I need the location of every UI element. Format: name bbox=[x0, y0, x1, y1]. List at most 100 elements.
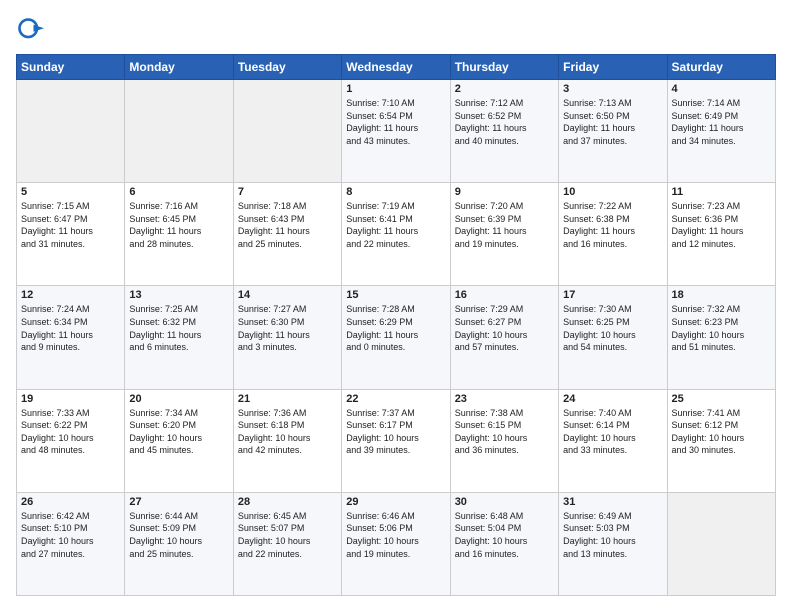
week-row-4: 19 Sunrise: 7:33 AM Sunset: 6:22 PM Dayli… bbox=[17, 389, 776, 492]
day-cell-28: 28 Sunrise: 6:45 AM Sunset: 5:07 PM Dayli… bbox=[233, 492, 341, 595]
day-cell-3: 3 Sunrise: 7:13 AM Sunset: 6:50 PM Daylig… bbox=[559, 80, 667, 183]
day-content: Sunrise: 7:34 AM Sunset: 6:20 PM Dayligh… bbox=[129, 407, 228, 457]
header-cell-wednesday: Wednesday bbox=[342, 55, 450, 80]
day-content: Sunrise: 7:15 AM Sunset: 6:47 PM Dayligh… bbox=[21, 200, 120, 250]
day-cell-23: 23 Sunrise: 7:38 AM Sunset: 6:15 PM Dayli… bbox=[450, 389, 558, 492]
week-row-2: 5 Sunrise: 7:15 AM Sunset: 6:47 PM Daylig… bbox=[17, 183, 776, 286]
day-content: Sunrise: 7:40 AM Sunset: 6:14 PM Dayligh… bbox=[563, 407, 662, 457]
day-cell-16: 16 Sunrise: 7:29 AM Sunset: 6:27 PM Dayli… bbox=[450, 286, 558, 389]
day-content: Sunrise: 6:44 AM Sunset: 5:09 PM Dayligh… bbox=[129, 510, 228, 560]
day-content: Sunrise: 7:36 AM Sunset: 6:18 PM Dayligh… bbox=[238, 407, 337, 457]
day-content: Sunrise: 7:12 AM Sunset: 6:52 PM Dayligh… bbox=[455, 97, 554, 147]
day-number: 29 bbox=[346, 496, 445, 508]
day-content: Sunrise: 6:45 AM Sunset: 5:07 PM Dayligh… bbox=[238, 510, 337, 560]
day-cell-22: 22 Sunrise: 7:37 AM Sunset: 6:17 PM Dayli… bbox=[342, 389, 450, 492]
day-content: Sunrise: 7:22 AM Sunset: 6:38 PM Dayligh… bbox=[563, 200, 662, 250]
day-number: 8 bbox=[346, 186, 445, 198]
day-cell-10: 10 Sunrise: 7:22 AM Sunset: 6:38 PM Dayli… bbox=[559, 183, 667, 286]
day-cell-20: 20 Sunrise: 7:34 AM Sunset: 6:20 PM Dayli… bbox=[125, 389, 233, 492]
day-number: 26 bbox=[21, 496, 120, 508]
day-cell-14: 14 Sunrise: 7:27 AM Sunset: 6:30 PM Dayli… bbox=[233, 286, 341, 389]
day-number: 18 bbox=[672, 289, 771, 301]
day-cell-5: 5 Sunrise: 7:15 AM Sunset: 6:47 PM Daylig… bbox=[17, 183, 125, 286]
day-number: 30 bbox=[455, 496, 554, 508]
day-cell-26: 26 Sunrise: 6:42 AM Sunset: 5:10 PM Dayli… bbox=[17, 492, 125, 595]
day-content: Sunrise: 7:20 AM Sunset: 6:39 PM Dayligh… bbox=[455, 200, 554, 250]
day-cell-17: 17 Sunrise: 7:30 AM Sunset: 6:25 PM Dayli… bbox=[559, 286, 667, 389]
day-cell-30: 30 Sunrise: 6:48 AM Sunset: 5:04 PM Dayli… bbox=[450, 492, 558, 595]
day-number: 16 bbox=[455, 289, 554, 301]
day-number: 6 bbox=[129, 186, 228, 198]
empty-cell bbox=[233, 80, 341, 183]
week-row-1: 1 Sunrise: 7:10 AM Sunset: 6:54 PM Daylig… bbox=[17, 80, 776, 183]
header-cell-sunday: Sunday bbox=[17, 55, 125, 80]
day-number: 23 bbox=[455, 393, 554, 405]
day-content: Sunrise: 7:29 AM Sunset: 6:27 PM Dayligh… bbox=[455, 303, 554, 353]
header-cell-friday: Friday bbox=[559, 55, 667, 80]
day-number: 7 bbox=[238, 186, 337, 198]
day-content: Sunrise: 7:28 AM Sunset: 6:29 PM Dayligh… bbox=[346, 303, 445, 353]
day-number: 5 bbox=[21, 186, 120, 198]
day-content: Sunrise: 7:10 AM Sunset: 6:54 PM Dayligh… bbox=[346, 97, 445, 147]
day-cell-6: 6 Sunrise: 7:16 AM Sunset: 6:45 PM Daylig… bbox=[125, 183, 233, 286]
day-cell-7: 7Sunrise: 7:18 AM Sunset: 6:43 PM Daylig… bbox=[233, 183, 341, 286]
day-cell-9: 9 Sunrise: 7:20 AM Sunset: 6:39 PM Daylig… bbox=[450, 183, 558, 286]
day-number: 1 bbox=[346, 83, 445, 95]
day-number: 4 bbox=[672, 83, 771, 95]
day-content: Sunrise: 7:14 AM Sunset: 6:49 PM Dayligh… bbox=[672, 97, 771, 147]
day-cell-25: 25Sunrise: 7:41 AM Sunset: 6:12 PM Dayli… bbox=[667, 389, 775, 492]
day-content: Sunrise: 7:30 AM Sunset: 6:25 PM Dayligh… bbox=[563, 303, 662, 353]
day-number: 10 bbox=[563, 186, 662, 198]
day-content: Sunrise: 7:13 AM Sunset: 6:50 PM Dayligh… bbox=[563, 97, 662, 147]
header-cell-saturday: Saturday bbox=[667, 55, 775, 80]
day-content: Sunrise: 6:48 AM Sunset: 5:04 PM Dayligh… bbox=[455, 510, 554, 560]
day-number: 20 bbox=[129, 393, 228, 405]
day-content: Sunrise: 7:24 AM Sunset: 6:34 PM Dayligh… bbox=[21, 303, 120, 353]
day-number: 2 bbox=[455, 83, 554, 95]
day-number: 3 bbox=[563, 83, 662, 95]
logo-icon bbox=[16, 16, 44, 44]
page: SundayMondayTuesdayWednesdayThursdayFrid… bbox=[0, 0, 792, 612]
day-cell-27: 27 Sunrise: 6:44 AM Sunset: 5:09 PM Dayli… bbox=[125, 492, 233, 595]
header-cell-monday: Monday bbox=[125, 55, 233, 80]
week-row-3: 12Sunrise: 7:24 AM Sunset: 6:34 PM Dayli… bbox=[17, 286, 776, 389]
day-cell-31: 31 Sunrise: 6:49 AM Sunset: 5:03 PM Dayli… bbox=[559, 492, 667, 595]
day-number: 19 bbox=[21, 393, 120, 405]
day-cell-15: 15 Sunrise: 7:28 AM Sunset: 6:29 PM Dayli… bbox=[342, 286, 450, 389]
day-number: 17 bbox=[563, 289, 662, 301]
day-content: Sunrise: 7:19 AM Sunset: 6:41 PM Dayligh… bbox=[346, 200, 445, 250]
day-content: Sunrise: 7:38 AM Sunset: 6:15 PM Dayligh… bbox=[455, 407, 554, 457]
day-content: Sunrise: 6:49 AM Sunset: 5:03 PM Dayligh… bbox=[563, 510, 662, 560]
day-content: Sunrise: 7:25 AM Sunset: 6:32 PM Dayligh… bbox=[129, 303, 228, 353]
header bbox=[16, 16, 776, 44]
day-number: 15 bbox=[346, 289, 445, 301]
day-number: 22 bbox=[346, 393, 445, 405]
day-cell-29: 29Sunrise: 6:46 AM Sunset: 5:06 PM Dayli… bbox=[342, 492, 450, 595]
day-content: Sunrise: 7:27 AM Sunset: 6:30 PM Dayligh… bbox=[238, 303, 337, 353]
day-number: 31 bbox=[563, 496, 662, 508]
day-number: 24 bbox=[563, 393, 662, 405]
day-content: Sunrise: 7:33 AM Sunset: 6:22 PM Dayligh… bbox=[21, 407, 120, 457]
day-number: 9 bbox=[455, 186, 554, 198]
day-cell-21: 21Sunrise: 7:36 AM Sunset: 6:18 PM Dayli… bbox=[233, 389, 341, 492]
calendar-table: SundayMondayTuesdayWednesdayThursdayFrid… bbox=[16, 54, 776, 596]
day-cell-1: 1 Sunrise: 7:10 AM Sunset: 6:54 PM Daylig… bbox=[342, 80, 450, 183]
day-cell-2: 2 Sunrise: 7:12 AM Sunset: 6:52 PM Daylig… bbox=[450, 80, 558, 183]
day-number: 28 bbox=[238, 496, 337, 508]
header-cell-thursday: Thursday bbox=[450, 55, 558, 80]
day-number: 14 bbox=[238, 289, 337, 301]
week-row-5: 26 Sunrise: 6:42 AM Sunset: 5:10 PM Dayli… bbox=[17, 492, 776, 595]
day-content: Sunrise: 6:42 AM Sunset: 5:10 PM Dayligh… bbox=[21, 510, 120, 560]
empty-cell bbox=[17, 80, 125, 183]
logo bbox=[16, 16, 50, 44]
header-cell-tuesday: Tuesday bbox=[233, 55, 341, 80]
day-content: Sunrise: 7:37 AM Sunset: 6:17 PM Dayligh… bbox=[346, 407, 445, 457]
empty-cell bbox=[667, 492, 775, 595]
day-cell-12: 12Sunrise: 7:24 AM Sunset: 6:34 PM Dayli… bbox=[17, 286, 125, 389]
day-number: 11 bbox=[672, 186, 771, 198]
day-number: 27 bbox=[129, 496, 228, 508]
day-cell-13: 13Sunrise: 7:25 AM Sunset: 6:32 PM Dayli… bbox=[125, 286, 233, 389]
day-cell-19: 19 Sunrise: 7:33 AM Sunset: 6:22 PM Dayli… bbox=[17, 389, 125, 492]
day-content: Sunrise: 7:16 AM Sunset: 6:45 PM Dayligh… bbox=[129, 200, 228, 250]
day-cell-24: 24 Sunrise: 7:40 AM Sunset: 6:14 PM Dayli… bbox=[559, 389, 667, 492]
